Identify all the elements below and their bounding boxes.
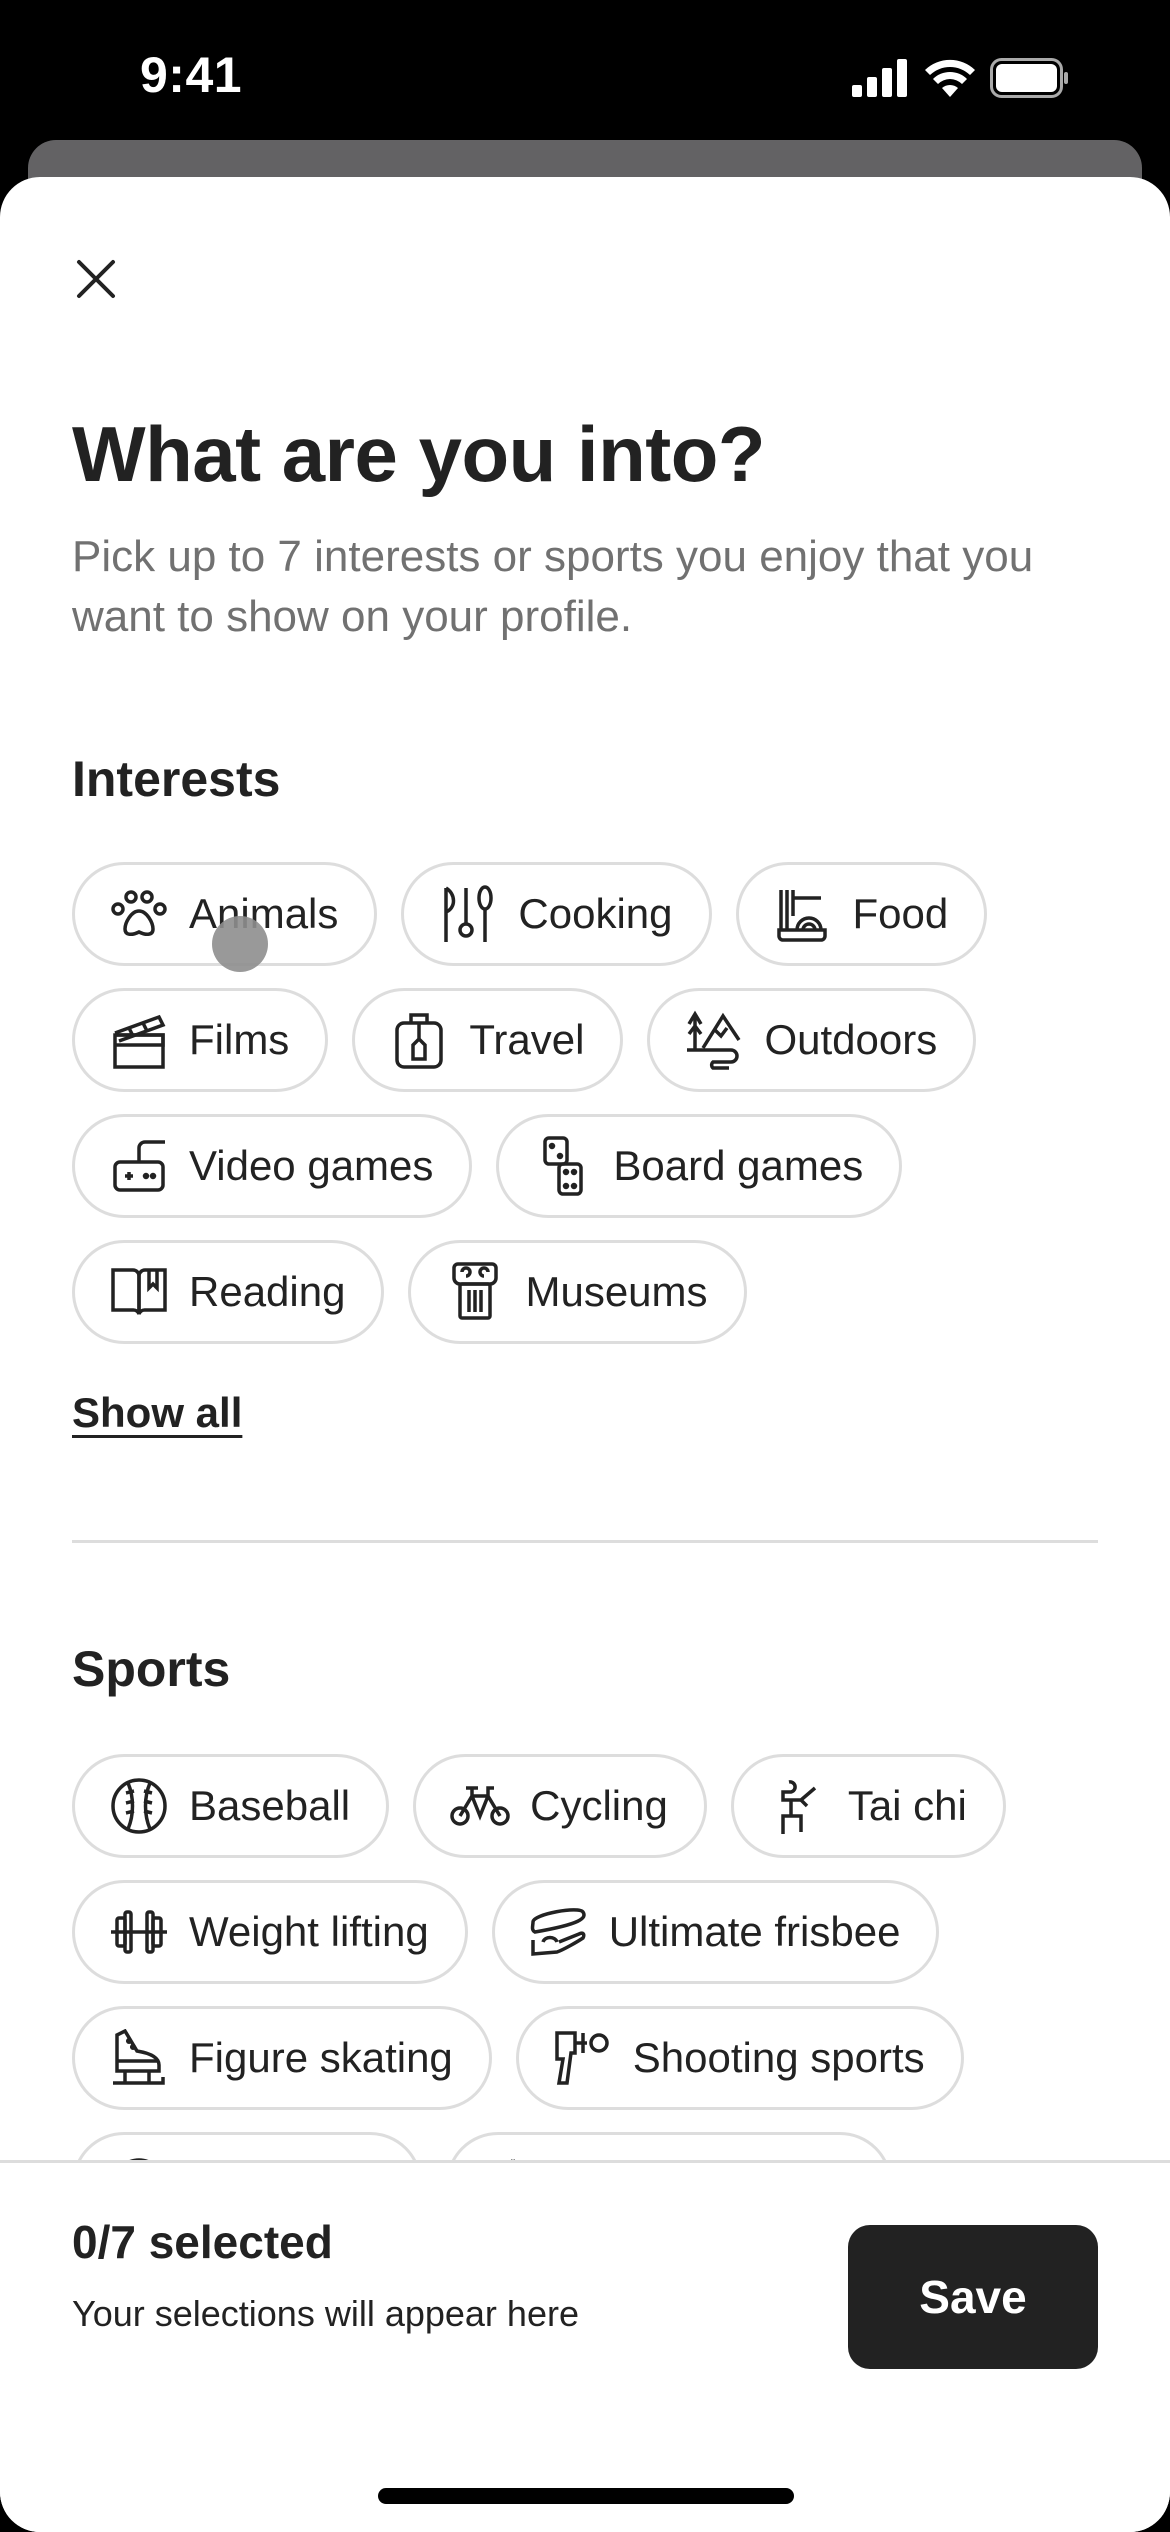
chip-label: Outdoors <box>764 1016 938 1063</box>
noodles-icon <box>773 884 833 944</box>
chip-ultimate-frisbee[interactable]: Ultimate frisbee <box>491 1880 940 1984</box>
chip-board-games[interactable]: Board games <box>496 1114 903 1218</box>
mountain-tree-icon <box>684 1010 744 1070</box>
page-subtitle: Pick up to 7 interests or sports you enj… <box>72 532 1034 641</box>
target-gun-icon <box>553 2028 613 2088</box>
wifi-icon <box>924 59 976 102</box>
chip-label: Shooting sports <box>632 2034 925 2081</box>
chip-travel[interactable]: Travel <box>352 988 624 1092</box>
ice-skate-icon <box>109 2028 169 2088</box>
chip-label: Reading <box>189 1268 346 1315</box>
page-title: What are you into? <box>72 410 766 498</box>
battery-icon <box>990 58 1070 103</box>
chip-cooking[interactable]: Cooking <box>401 862 712 966</box>
chip-figure-skating[interactable]: Figure skating <box>72 2006 492 2110</box>
chip-label: Board games <box>613 1142 864 1189</box>
chip-tai-chi[interactable]: Tai chi <box>730 1754 1006 1858</box>
signal-icon <box>852 59 910 102</box>
chip-label: Ultimate frisbee <box>608 1908 901 1955</box>
clapperboard-icon <box>109 1010 169 1070</box>
dice-icon <box>533 1136 593 1196</box>
chip-food[interactable]: Food <box>735 862 988 966</box>
chip-label: Baseball <box>189 1782 351 1829</box>
frisbee-icon <box>529 1902 589 1962</box>
chip-label: Video games <box>189 1142 434 1189</box>
close-button[interactable] <box>62 247 130 315</box>
interests-heading: Interests <box>72 751 281 807</box>
chip-baseball[interactable]: Baseball <box>72 1754 390 1858</box>
close-icon <box>76 259 116 304</box>
show-all-link[interactable]: Show all <box>72 1389 242 1437</box>
chip-label: Travel <box>469 1016 585 1063</box>
chip-films[interactable]: Films <box>72 988 329 1092</box>
selection-footer: 0/7 selected Your selections will appear… <box>0 2160 1170 2532</box>
utensils-icon <box>438 884 498 944</box>
bicycle-icon <box>450 1776 510 1836</box>
chip-label: Museums <box>525 1268 708 1315</box>
chip-label: Tai chi <box>847 1782 967 1829</box>
chip-shooting-sports[interactable]: Shooting sports <box>515 2006 964 2110</box>
chip-label: Cooking <box>518 890 673 937</box>
luggage-icon <box>389 1010 449 1070</box>
chip-label: Food <box>852 890 949 937</box>
status-time: 9:41 <box>140 47 243 103</box>
paw-icon <box>109 884 169 944</box>
dumbbell-icon <box>109 1902 169 1962</box>
chip-label: Weight lifting <box>189 1908 429 1955</box>
chip-label: Cycling <box>530 1782 668 1829</box>
column-icon <box>445 1262 505 1322</box>
baseball-icon <box>109 1776 169 1836</box>
save-button[interactable]: Save <box>848 2225 1098 2369</box>
status-bar: 9:41 <box>0 0 1170 140</box>
chip-cycling[interactable]: Cycling <box>413 1754 707 1858</box>
interests-modal: What are you into? Pick up to 7 interest… <box>0 177 1170 2532</box>
selection-hint: Your selections will appear here <box>72 2293 579 2334</box>
section-divider <box>72 1540 1098 1543</box>
chip-label: Figure skating <box>189 2034 453 2081</box>
chip-museums[interactable]: Museums <box>408 1240 747 1344</box>
chip-reading[interactable]: Reading <box>72 1240 385 1344</box>
status-icons <box>852 58 1070 103</box>
chip-label: Films <box>189 1016 290 1063</box>
selected-count: 0/7 selected <box>72 2216 333 2268</box>
chip-video-games[interactable]: Video games <box>72 1114 473 1218</box>
book-icon <box>109 1262 169 1322</box>
chip-weight-lifting[interactable]: Weight lifting <box>72 1880 468 1984</box>
touch-indicator <box>212 916 268 972</box>
home-indicator <box>378 2488 794 2504</box>
tai-chi-icon <box>768 1776 828 1836</box>
gamepad-icon <box>109 1136 169 1196</box>
chip-outdoors[interactable]: Outdoors <box>647 988 977 1092</box>
sports-heading: Sports <box>72 1641 231 1697</box>
